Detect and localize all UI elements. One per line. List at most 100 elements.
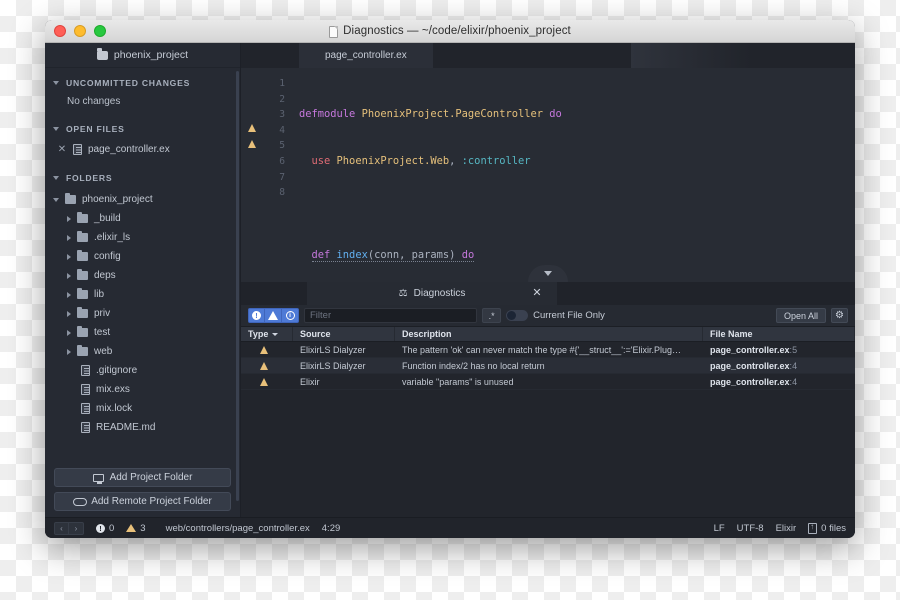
- status-files-changed-label: 0 files: [821, 522, 846, 534]
- open-file-label: page_controller.ex: [88, 144, 170, 155]
- settings-button[interactable]: ⚙: [831, 308, 848, 323]
- tree-folder-label: config: [94, 251, 121, 262]
- cell-description: The pattern 'ok' can never match the typ…: [402, 344, 681, 355]
- column-header-label: Source: [300, 329, 331, 339]
- file-line-text: 4: [792, 376, 798, 387]
- tree-folder-lib[interactable]: lib: [45, 285, 240, 304]
- current-file-only-label: Current File Only: [533, 310, 605, 321]
- warning-count-label: 3: [140, 522, 146, 534]
- column-header-file-name[interactable]: File Name: [703, 327, 855, 341]
- sort-descending-icon: [272, 332, 279, 336]
- sidebar-scrollbar[interactable]: [236, 71, 239, 501]
- section-open-files[interactable]: OPEN FILES: [45, 121, 240, 137]
- status-line-ending[interactable]: LF: [714, 523, 725, 534]
- chevron-down-icon: [53, 81, 59, 85]
- cloud-icon: [73, 497, 88, 506]
- tree-folder-test[interactable]: test: [45, 323, 240, 342]
- code-token: :controller: [461, 154, 531, 167]
- chevron-right-icon: [67, 329, 71, 336]
- tree-file-label: .gitignore: [96, 365, 138, 376]
- editor-code[interactable]: defmodule PhoenixProject.PageController …: [285, 68, 855, 282]
- tree-file-readme[interactable]: README.md: [45, 418, 240, 437]
- file-icon: [81, 403, 90, 414]
- editor-line-numbers: 1 2 3 4 5 6 7 8: [263, 68, 285, 282]
- sidebar-tree: UNCOMMITTED CHANGES No changes OPEN FILE…: [45, 68, 240, 463]
- nav-back-button[interactable]: ‹: [54, 521, 69, 535]
- tree-folder-config[interactable]: config: [45, 247, 240, 266]
- cell-file-name: page_controller.ex:5: [710, 344, 798, 355]
- tree-file-mix-exs[interactable]: mix.exs: [45, 380, 240, 399]
- table-row[interactable]: ElixirLS Dialyzer The pattern 'ok' can n…: [241, 342, 855, 358]
- tree-folder-web[interactable]: web: [45, 342, 240, 361]
- section-uncommitted-changes[interactable]: UNCOMMITTED CHANGES: [45, 75, 240, 91]
- status-cursor-position[interactable]: 4:29: [322, 523, 341, 534]
- tree-file-gitignore[interactable]: .gitignore: [45, 361, 240, 380]
- code-token: ): [449, 248, 462, 261]
- tree-folder-_build[interactable]: _build: [45, 209, 240, 228]
- sidebar-project-name: phoenix_project: [113, 49, 189, 61]
- main-area: page_controller.ex 1 2 3 4 5 6 7 8 defmo…: [241, 43, 855, 517]
- error-filter-button[interactable]: !: [248, 308, 265, 323]
- cell-description: Function index/2 has no local return: [402, 360, 545, 371]
- close-file-icon[interactable]: ✕: [57, 144, 67, 155]
- file-name-text: page_controller.ex: [710, 376, 790, 387]
- tree-root-label: phoenix_project: [82, 194, 153, 205]
- window-title: Diagnostics — ~/code/elixir/phoenix_proj…: [45, 25, 855, 38]
- code-token: ,: [449, 154, 462, 167]
- section-label: OPEN FILES: [66, 124, 125, 134]
- filter-placeholder: Filter: [310, 310, 332, 321]
- status-file-path[interactable]: web/controllers/page_controller.ex: [166, 523, 310, 534]
- section-folders[interactable]: FOLDERS: [45, 170, 240, 186]
- tree-folder-priv[interactable]: priv: [45, 304, 240, 323]
- close-panel-icon[interactable]: ✕: [529, 282, 545, 305]
- warning-filter-button[interactable]: [265, 308, 282, 323]
- error-icon: !: [96, 523, 105, 533]
- column-header-source[interactable]: Source: [293, 327, 395, 341]
- column-header-description[interactable]: Description: [395, 327, 703, 341]
- table-row[interactable]: ElixirLS Dialyzer Function index/2 has n…: [241, 358, 855, 374]
- tree-folder-elixir-ls[interactable]: .elixir_ls: [45, 228, 240, 247]
- cell-source: ElixirLS Dialyzer: [300, 344, 366, 355]
- tree-root-phoenix-project[interactable]: phoenix_project: [45, 190, 240, 209]
- filter-input[interactable]: Filter: [304, 308, 478, 323]
- file-icon: [73, 144, 82, 155]
- error-count-indicator[interactable]: ! 0: [96, 523, 114, 534]
- add-project-folder-button[interactable]: Add Project Folder: [54, 468, 231, 487]
- line-number: 8: [279, 187, 285, 199]
- add-remote-project-folder-button[interactable]: Add Remote Project Folder: [54, 492, 231, 511]
- tree-folder-label: _build: [94, 213, 121, 224]
- line-number: 5: [279, 140, 285, 152]
- tree-file-label: mix.lock: [96, 403, 133, 414]
- current-file-only-toggle[interactable]: [506, 310, 529, 321]
- regex-toggle-button[interactable]: .*: [482, 308, 502, 323]
- chevron-down-icon: [53, 127, 59, 131]
- tab-diagnostics[interactable]: ⚖ Diagnostics: [307, 282, 557, 305]
- folder-icon: [77, 306, 88, 318]
- chevron-right-icon: [67, 348, 71, 355]
- column-header-label: Type: [248, 329, 269, 339]
- tree-file-mix-lock[interactable]: mix.lock: [45, 399, 240, 418]
- nav-forward-button[interactable]: ›: [69, 521, 84, 535]
- status-language[interactable]: Elixir: [776, 523, 797, 534]
- status-bar: ‹ › ! 0 3 web/controllers/page_controlle…: [45, 517, 855, 538]
- table-row[interactable]: Elixir variable "params" is unused page_…: [241, 374, 855, 390]
- column-header-type[interactable]: Type: [241, 327, 293, 341]
- gutter-warning-icon[interactable]: [248, 140, 256, 148]
- code-editor[interactable]: 1 2 3 4 5 6 7 8 defmodule PhoenixProject…: [241, 68, 855, 282]
- gutter-warning-icon[interactable]: [248, 124, 256, 132]
- info-filter-button[interactable]: i: [282, 308, 299, 323]
- status-encoding[interactable]: UTF-8: [737, 523, 764, 534]
- open-all-button[interactable]: Open All: [775, 308, 826, 323]
- warning-count-indicator[interactable]: 3: [126, 522, 146, 534]
- no-changes-text: No changes: [67, 96, 121, 107]
- chevron-right-icon: [67, 215, 71, 222]
- sidebar-project-header[interactable]: phoenix_project: [45, 43, 240, 68]
- tree-folder-deps[interactable]: deps: [45, 266, 240, 285]
- regex-label: .*: [488, 310, 495, 321]
- cell-file-name: page_controller.ex:4: [710, 376, 798, 387]
- open-file-item[interactable]: ✕ page_controller.ex: [45, 140, 240, 159]
- line-number: 2: [279, 93, 285, 105]
- status-files-changed[interactable]: 0 files: [808, 522, 846, 534]
- tab-page-controller-ex[interactable]: page_controller.ex: [299, 43, 433, 68]
